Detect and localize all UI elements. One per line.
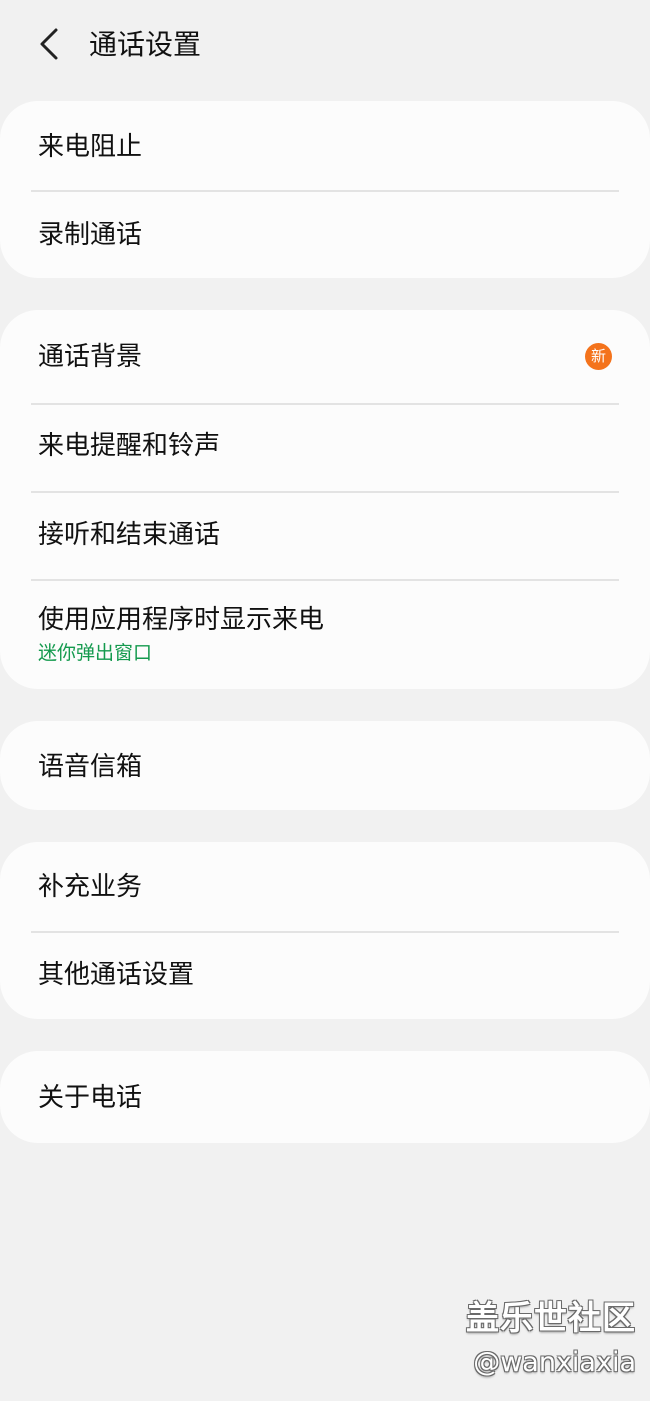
watermark-handle: @wanxiaxia bbox=[473, 1347, 636, 1378]
watermark-title: 盖乐世社区 bbox=[466, 1298, 636, 1337]
call-background-label: 通话背景 bbox=[38, 342, 143, 372]
supplementary-services-label: 补充业务 bbox=[38, 872, 143, 902]
call-alerts-ringtone-item[interactable]: 来电提醒和铃声 bbox=[0, 403, 650, 491]
supplementary-services-item[interactable]: 补充业务 bbox=[0, 842, 650, 931]
new-badge: 新 bbox=[585, 343, 612, 370]
settings-group-voicemail: 语音信箱 bbox=[0, 721, 650, 810]
other-call-settings-label: 其他通话设置 bbox=[38, 960, 195, 990]
back-arrow-icon bbox=[40, 28, 58, 60]
voicemail-item[interactable]: 语音信箱 bbox=[0, 721, 650, 810]
back-button[interactable] bbox=[30, 22, 70, 66]
answer-end-calls-item[interactable]: 接听和结束通话 bbox=[0, 491, 650, 579]
record-calls-item[interactable]: 录制通话 bbox=[0, 190, 650, 278]
show-calls-in-apps-label: 使用应用程序时显示来电 bbox=[38, 605, 325, 635]
voicemail-label: 语音信箱 bbox=[38, 752, 143, 782]
answer-end-calls-label: 接听和结束通话 bbox=[38, 520, 221, 550]
settings-group-blocking: 来电阻止 录制通话 bbox=[0, 101, 650, 278]
settings-group-services: 补充业务 其他通话设置 bbox=[0, 842, 650, 1019]
show-calls-in-apps-subtitle: 迷你弹出窗口 bbox=[38, 642, 153, 664]
call-background-item[interactable]: 通话背景 新 bbox=[0, 310, 650, 403]
app-header: 通话设置 bbox=[0, 0, 650, 90]
call-blocking-label: 来电阻止 bbox=[38, 132, 143, 162]
record-calls-label: 录制通话 bbox=[38, 220, 143, 250]
call-alerts-ringtone-label: 来电提醒和铃声 bbox=[38, 431, 221, 461]
about-phone-label: 关于电话 bbox=[38, 1083, 143, 1113]
settings-group-about: 关于电话 bbox=[0, 1051, 650, 1143]
show-calls-in-apps-item[interactable]: 使用应用程序时显示来电 迷你弹出窗口 bbox=[0, 579, 650, 689]
call-blocking-item[interactable]: 来电阻止 bbox=[0, 101, 650, 190]
settings-group-calls: 通话背景 新 来电提醒和铃声 接听和结束通话 使用应用程序时显示来电 迷你弹出窗… bbox=[0, 310, 650, 689]
page-title: 通话设置 bbox=[89, 28, 202, 61]
about-phone-item[interactable]: 关于电话 bbox=[0, 1051, 650, 1143]
other-call-settings-item[interactable]: 其他通话设置 bbox=[0, 931, 650, 1019]
